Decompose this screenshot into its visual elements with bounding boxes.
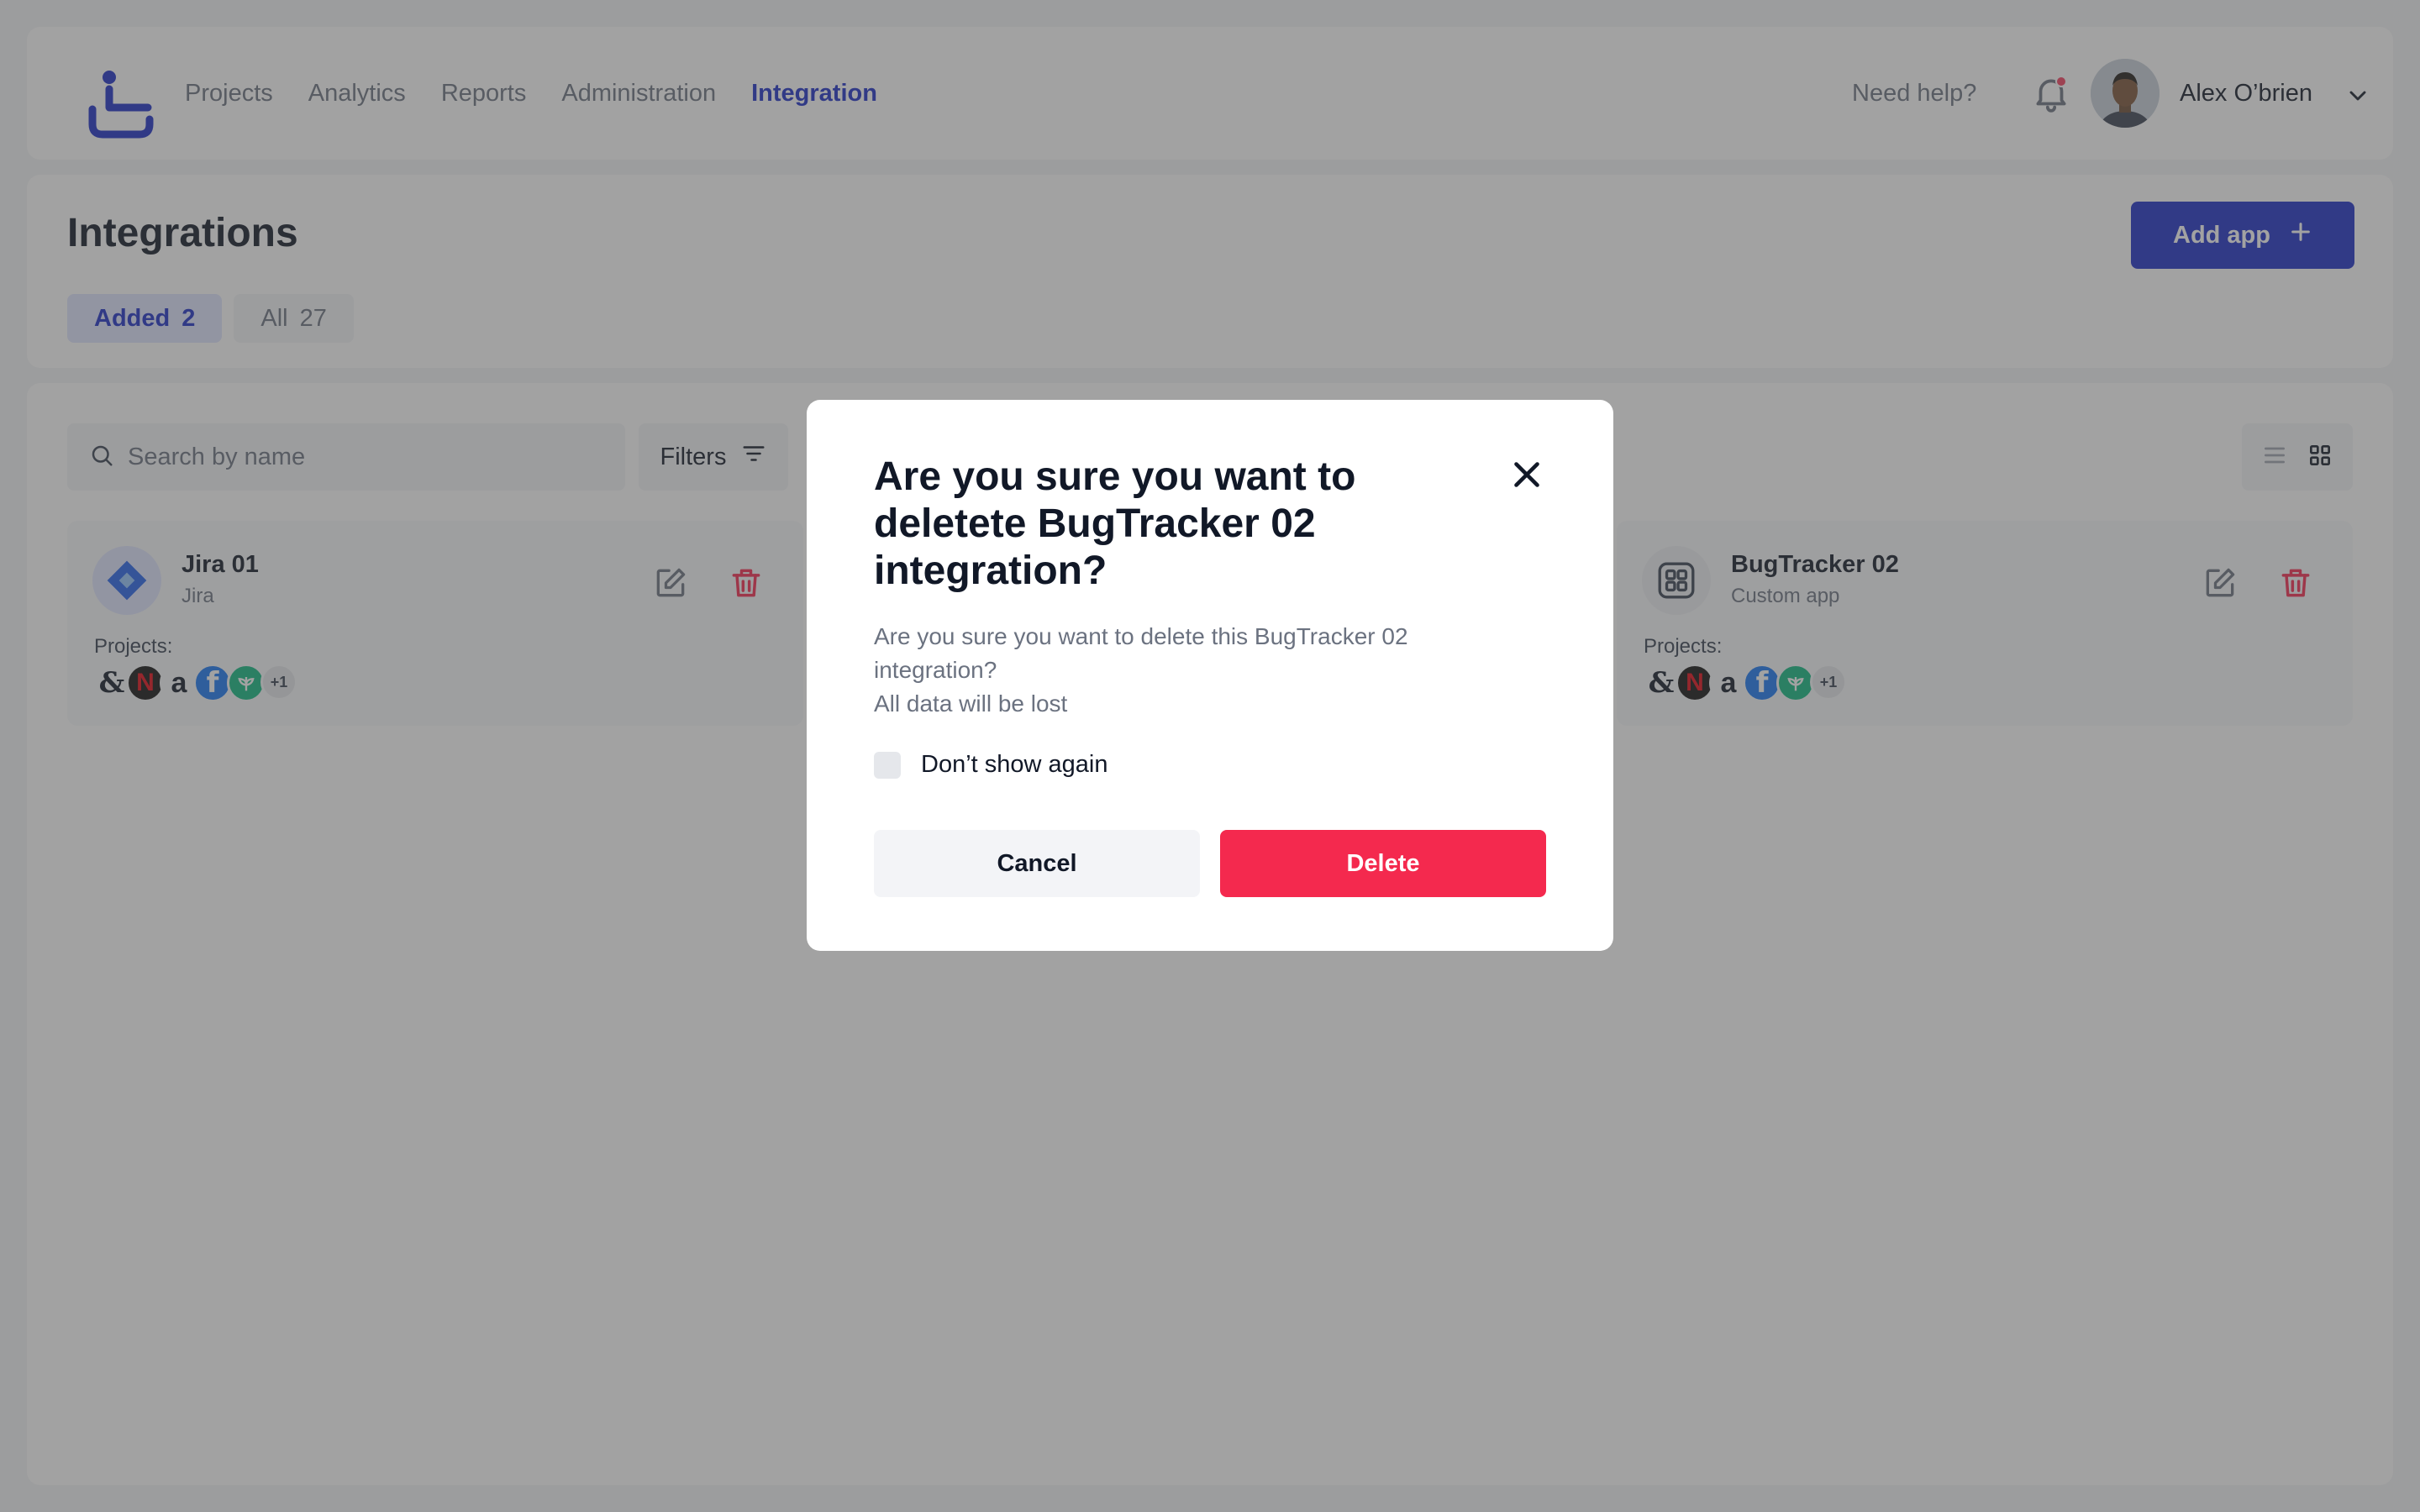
dialog-message-line: Are you sure you want to delete this Bug… [874,623,1408,683]
dialog-warning-line: All data will be lost [874,690,1068,717]
dialog-message: Are you sure you want to delete this Bug… [874,620,1512,721]
dont-show-again-label[interactable]: Don’t show again [921,751,1107,779]
close-icon[interactable] [1506,454,1548,496]
cancel-button[interactable]: Cancel [874,830,1200,897]
delete-confirmation-dialog: Are you sure you want to deletete BugTra… [807,400,1613,951]
delete-button[interactable]: Delete [1220,830,1546,897]
dialog-title: Are you sure you want to deletete BugTra… [874,454,1356,593]
dont-show-again-row: Don’t show again [874,751,1107,779]
dont-show-again-checkbox[interactable] [874,751,901,779]
